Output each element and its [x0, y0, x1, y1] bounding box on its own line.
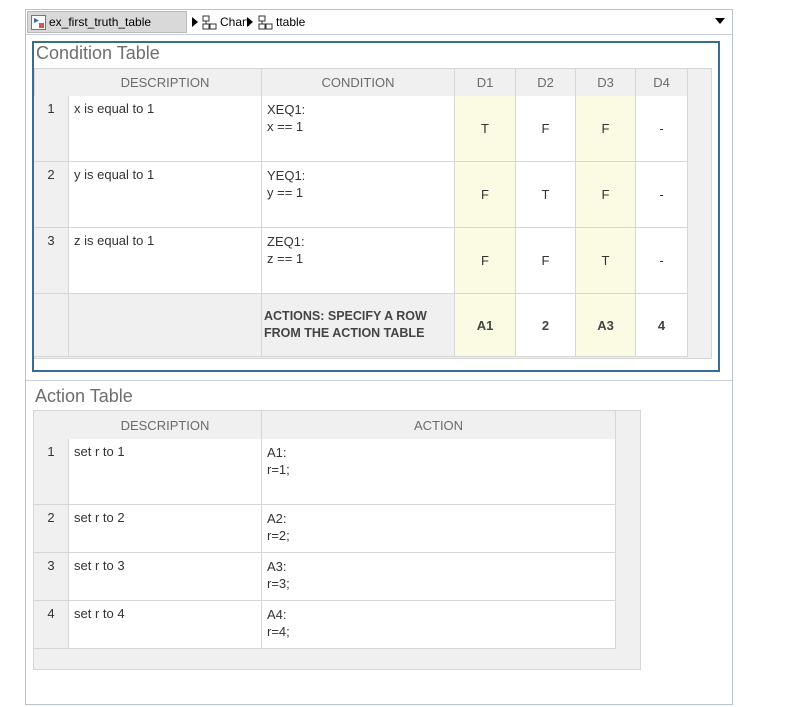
breadcrumb-label-ttable: ttable: [276, 15, 306, 29]
breadcrumb-separator-icon: [247, 17, 253, 27]
condition-table-title: Condition Table: [36, 43, 160, 63]
actions-row-label: ACTIONS: SPECIFY A ROW FROM THE ACTION T…: [262, 294, 455, 357]
condition-row-condition[interactable]: YEQ1: y == 1: [262, 162, 455, 228]
action-row-description[interactable]: set r to 1: [69, 439, 262, 505]
condition-row-description[interactable]: y is equal to 1: [69, 162, 262, 228]
action-row-action[interactable]: A4: r=4;: [262, 601, 616, 649]
condition-header-d4: D4: [636, 68, 688, 96]
action-row-number: 4: [34, 601, 69, 649]
decision-cell-d3[interactable]: F: [576, 162, 636, 228]
decision-cell-d4[interactable]: -: [636, 96, 688, 162]
condition-row-description[interactable]: x is equal to 1: [69, 96, 262, 162]
breadcrumb-label-model: ex_first_truth_table: [49, 15, 152, 29]
condition-row-condition[interactable]: XEQ1: x == 1: [262, 96, 455, 162]
action-row-number: 3: [34, 553, 69, 601]
condition-header-d2: D2: [516, 68, 576, 96]
action-header-description: DESCRIPTION: [69, 411, 262, 439]
decision-cell-d2[interactable]: F: [516, 228, 576, 294]
model-icon: [31, 14, 46, 30]
condition-header-d3: D3: [576, 68, 636, 96]
chart-icon: [202, 15, 217, 29]
decision-cell-d4[interactable]: -: [636, 162, 688, 228]
condition-header-description: DESCRIPTION: [69, 68, 262, 96]
condition-row-condition[interactable]: ZEQ1: z == 1: [262, 228, 455, 294]
action-row-description[interactable]: set r to 2: [69, 505, 262, 553]
action-row-action[interactable]: A1: r=1;: [262, 439, 616, 505]
action-header-action: ACTION: [262, 411, 616, 439]
breadcrumb-item-ttable[interactable]: ttable: [258, 10, 305, 34]
action-cell-d3[interactable]: A3: [576, 294, 636, 357]
actions-row-description: [69, 294, 262, 357]
breadcrumb-item-model[interactable]: ex_first_truth_table: [27, 11, 187, 33]
action-row-description[interactable]: set r to 4: [69, 601, 262, 649]
action-row-description[interactable]: set r to 3: [69, 553, 262, 601]
action-cell-d1[interactable]: A1: [455, 294, 516, 357]
condition-header-d1: D1: [455, 68, 516, 96]
decision-cell-d3[interactable]: F: [576, 96, 636, 162]
action-cell-d2[interactable]: 2: [516, 294, 576, 357]
breadcrumb: ex_first_truth_table Chart ttable: [26, 10, 732, 35]
action-row-action[interactable]: A3: r=3;: [262, 553, 616, 601]
truth-table-editor: ex_first_truth_table Chart ttable Condit…: [25, 9, 733, 705]
decision-cell-d3[interactable]: T: [576, 228, 636, 294]
decision-cell-d1[interactable]: T: [455, 96, 516, 162]
condition-row-number: 1: [34, 96, 69, 162]
condition-row-number: 3: [34, 228, 69, 294]
truth-table-icon: [258, 15, 273, 29]
actions-row-number: [34, 294, 69, 357]
action-row-number: 1: [34, 439, 69, 505]
condition-row-number: 2: [34, 162, 69, 228]
chevron-down-icon[interactable]: [715, 18, 725, 24]
condition-header-condition: CONDITION: [262, 68, 455, 96]
decision-cell-d4[interactable]: -: [636, 228, 688, 294]
decision-cell-d2[interactable]: T: [516, 162, 576, 228]
condition-row-description[interactable]: z is equal to 1: [69, 228, 262, 294]
decision-cell-d2[interactable]: F: [516, 96, 576, 162]
action-cell-d4[interactable]: 4: [636, 294, 688, 357]
action-row-action[interactable]: A2: r=2;: [262, 505, 616, 553]
breadcrumb-item-chart[interactable]: Chart: [202, 10, 249, 34]
action-row-number: 2: [34, 505, 69, 553]
breadcrumb-label-chart: Chart: [220, 15, 250, 29]
divider: [26, 380, 732, 381]
action-table-title: Action Table: [35, 386, 133, 406]
breadcrumb-separator-icon: [192, 17, 198, 27]
decision-cell-d1[interactable]: F: [455, 162, 516, 228]
decision-cell-d1[interactable]: F: [455, 228, 516, 294]
